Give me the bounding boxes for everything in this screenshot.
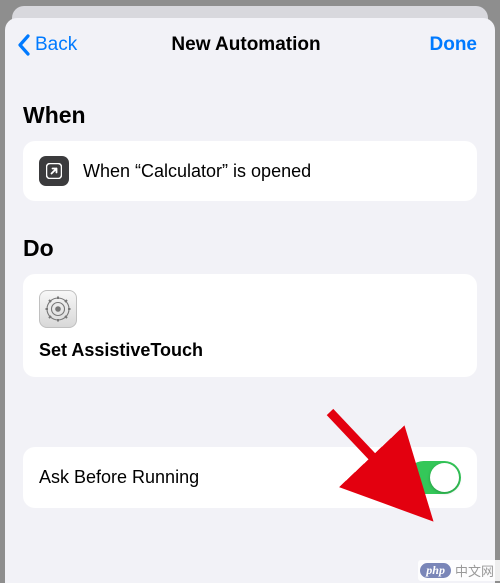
chevron-left-icon	[15, 32, 33, 58]
navigation-bar: Back New Automation Done	[5, 18, 495, 68]
ask-before-running-toggle[interactable]	[407, 461, 461, 494]
modal-sheet: Back New Automation Done When When “Calc…	[5, 18, 495, 583]
when-condition-text: When “Calculator” is opened	[83, 161, 311, 182]
ask-before-running-row[interactable]: Ask Before Running	[23, 447, 477, 508]
back-button[interactable]: Back	[15, 32, 105, 58]
open-app-icon	[39, 156, 69, 186]
done-button[interactable]: Done	[387, 34, 477, 56]
back-label: Back	[35, 34, 77, 56]
page-title: New Automation	[105, 34, 387, 56]
watermark-text: 中文网	[455, 561, 494, 580]
when-section-header: When	[23, 102, 477, 129]
do-section-header: Do	[23, 235, 477, 262]
do-action-label: Set AssistiveTouch	[39, 340, 461, 361]
when-condition-card[interactable]: When “Calculator” is opened	[23, 141, 477, 201]
settings-app-icon	[39, 290, 77, 328]
ask-before-running-label: Ask Before Running	[39, 467, 199, 488]
do-action-card[interactable]: Set AssistiveTouch	[23, 274, 477, 377]
watermark-logo: php	[420, 563, 451, 578]
watermark: php 中文网	[418, 560, 500, 581]
